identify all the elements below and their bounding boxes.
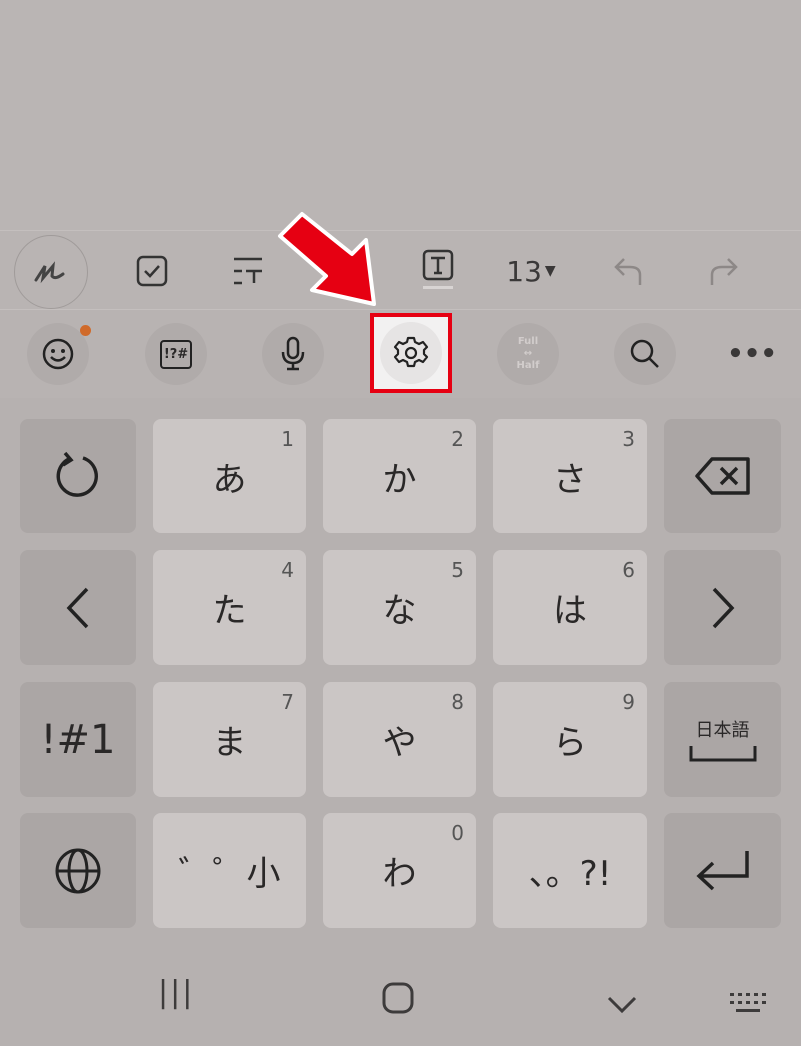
- key-label: ら: [553, 723, 587, 763]
- enter-key[interactable]: [664, 813, 781, 928]
- full-half-button[interactable]: Full ↔ Half: [497, 323, 559, 385]
- key-label: た: [212, 591, 247, 631]
- key-ta[interactable]: た4: [153, 550, 306, 665]
- key-number: 9: [622, 690, 635, 714]
- keyboard-tool-row: !?# Full ↔ Half •••: [0, 310, 801, 398]
- key-na[interactable]: な5: [323, 550, 476, 665]
- backspace-icon: [694, 457, 750, 495]
- settings-button[interactable]: [380, 322, 442, 384]
- key-number: 5: [451, 558, 464, 582]
- text-style-icon: [234, 257, 262, 285]
- more-button[interactable]: •••: [727, 332, 777, 376]
- reverse-icon: [56, 451, 98, 497]
- key-number: 8: [451, 690, 464, 714]
- notification-dot: [80, 325, 91, 336]
- text-style-button[interactable]: [224, 249, 272, 293]
- key-number: 4: [281, 558, 294, 582]
- search-icon: [630, 339, 659, 368]
- key-label: ま: [212, 723, 247, 763]
- key-ma[interactable]: ま7: [153, 682, 306, 797]
- backspace-key[interactable]: [664, 419, 781, 533]
- key-label: わ: [382, 854, 417, 894]
- redo-button[interactable]: [700, 249, 748, 293]
- key-dakuten[interactable]: ゛゜小: [153, 813, 306, 928]
- redo-icon: [710, 258, 738, 285]
- font-size-dropdown[interactable]: 13 ▼: [496, 249, 566, 293]
- checkbox-icon: [136, 255, 168, 287]
- emoji-icon: [42, 338, 74, 370]
- full-half-icon: ↔: [523, 348, 533, 359]
- font-size-value: 13: [506, 254, 542, 288]
- red-arrow-annotation: [278, 212, 376, 306]
- symbols-button[interactable]: !?#: [145, 323, 207, 385]
- search-button[interactable]: [614, 323, 676, 385]
- key-ha[interactable]: は6: [493, 550, 647, 665]
- settings-icon: [393, 336, 429, 368]
- space-key[interactable]: 日本語: [664, 682, 781, 797]
- key-number: 1: [281, 427, 294, 451]
- half-label: Half: [516, 360, 540, 371]
- chevron-right-icon: [712, 587, 734, 628]
- space-icon: [689, 745, 756, 761]
- key-ka[interactable]: か2: [323, 419, 476, 533]
- key-number: 2: [451, 427, 464, 451]
- home-icon: [382, 982, 414, 1014]
- enter-icon: [695, 850, 749, 890]
- key-number: 3: [622, 427, 635, 451]
- keyboard-icon: [730, 993, 766, 1012]
- key-number: 6: [622, 558, 635, 582]
- key-number: 0: [451, 821, 464, 845]
- undo-icon: [614, 258, 642, 285]
- key-punctuation[interactable]: 、。?!: [493, 813, 647, 928]
- key-wa[interactable]: わ0: [323, 813, 476, 928]
- undo-button[interactable]: [604, 249, 652, 293]
- voice-input-button[interactable]: [262, 323, 324, 385]
- handwriting-icon: [34, 261, 65, 284]
- key-label: な: [382, 591, 417, 631]
- key-number: 7: [281, 690, 294, 714]
- cursor-right-key[interactable]: [664, 550, 781, 665]
- checkbox-button[interactable]: [128, 249, 176, 293]
- symbols-icon: !?#: [159, 339, 193, 369]
- reverse-key[interactable]: [20, 419, 136, 533]
- full-label: Full: [517, 336, 539, 347]
- key-label: さ: [553, 459, 587, 500]
- chevron-left-icon: [66, 587, 89, 628]
- more-icon: •••: [727, 339, 777, 369]
- space-label: 日本語: [695, 719, 750, 741]
- hide-keyboard-button[interactable]: [606, 988, 638, 1023]
- recent-apps-button[interactable]: |||: [158, 975, 194, 1010]
- emoji-button[interactable]: [27, 323, 91, 385]
- symbol-mode-label: !#1: [40, 716, 116, 763]
- microphone-icon: [281, 336, 305, 371]
- home-button[interactable]: [382, 982, 414, 1022]
- key-label: か: [382, 459, 417, 500]
- key-a[interactable]: あ1: [153, 419, 306, 533]
- text-box-button[interactable]: [414, 245, 462, 295]
- keyboard: !#1 日本語 あ1 か2 さ3 た4 な5 は6 ま7 や8 ら9 ゛゜小 わ…: [0, 398, 801, 1046]
- note-toolbar: 13 ▼: [0, 230, 801, 310]
- recent-apps-icon: |||: [158, 975, 195, 1010]
- text-box-icon: [422, 249, 454, 289]
- chevron-down-icon: [607, 996, 637, 1014]
- key-sa[interactable]: さ3: [493, 419, 647, 533]
- symbol-mode-key[interactable]: !#1: [20, 682, 136, 797]
- key-label: は: [553, 591, 587, 631]
- handwriting-button[interactable]: [14, 235, 88, 309]
- key-label: ゛゜小: [178, 854, 281, 894]
- key-ra[interactable]: ら9: [493, 682, 647, 797]
- key-label: 、。?!: [528, 854, 612, 894]
- caret-down-icon: ▼: [544, 263, 556, 279]
- key-ya[interactable]: や8: [323, 682, 476, 797]
- globe-icon: [55, 848, 101, 893]
- key-label: あ: [212, 459, 247, 500]
- keyboard-switch-button[interactable]: [728, 988, 768, 1023]
- language-key[interactable]: [20, 813, 136, 928]
- key-label: や: [382, 723, 417, 763]
- cursor-left-key[interactable]: [20, 550, 136, 665]
